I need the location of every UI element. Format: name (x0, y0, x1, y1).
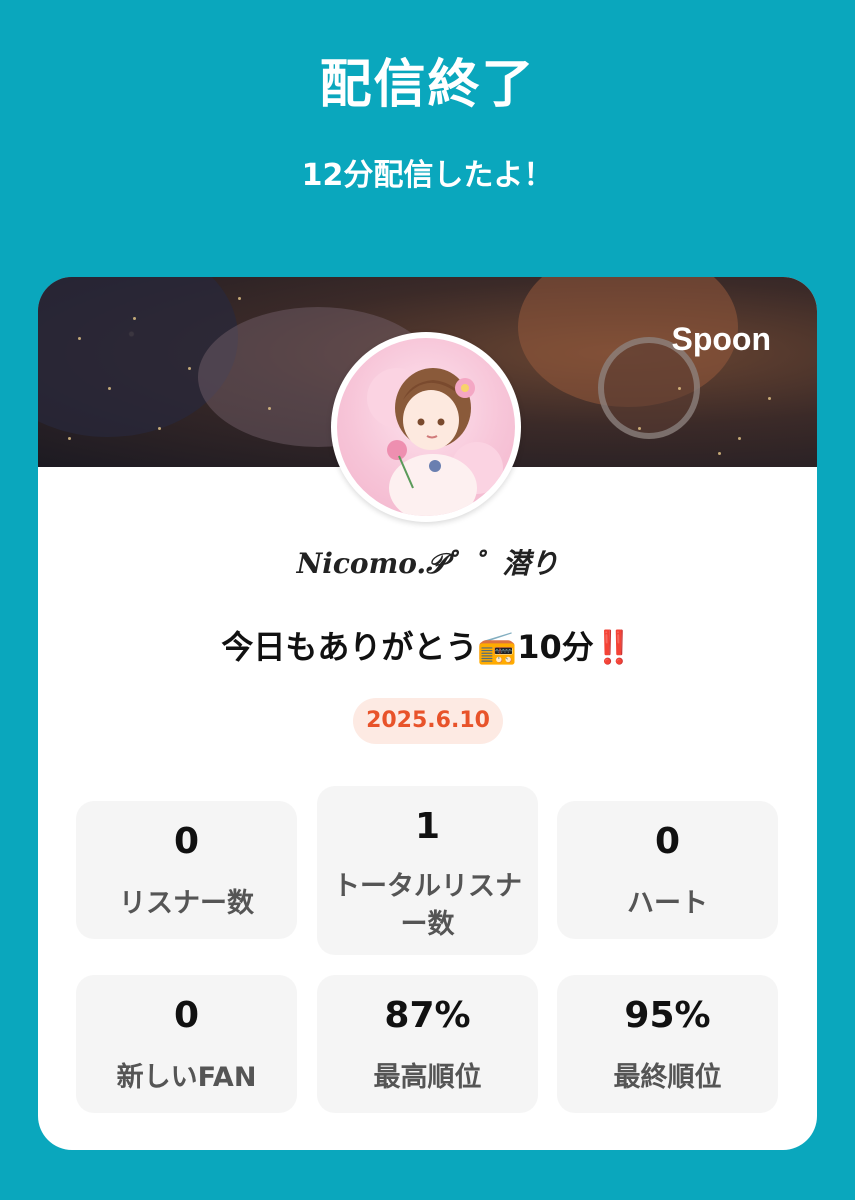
date-badge: 2025.6.10 (353, 698, 503, 744)
stat-final-rank: 95% 最終順位 (557, 975, 778, 1113)
stat-label: リスナー数 (119, 888, 254, 919)
stat-hearts: 0 ハート (557, 801, 778, 939)
user-name[interactable]: Nicomo.𝒫゜゜潜り (38, 542, 817, 582)
stat-label: ハート (627, 888, 708, 919)
spoon-logo: Spoon (671, 321, 771, 357)
stat-label: トータルリスナー数 (333, 871, 522, 940)
stat-total-listeners: 1 トータルリスナー数 (317, 786, 538, 955)
stat-value: 0 (173, 995, 200, 1036)
stat-highest-rank: 87% 最高順位 (317, 975, 538, 1113)
stat-listeners: 0 リスナー数 (76, 801, 297, 939)
page-subtitle: 12分配信したよ！ (301, 158, 554, 193)
broadcast-title: 今日もありがとう📻10分‼️ (221, 628, 634, 666)
page-title: 配信終了 (319, 55, 536, 115)
stat-value: 0 (173, 821, 200, 862)
stat-value: 0 (654, 821, 681, 862)
stat-value: 95% (624, 995, 711, 1036)
stat-label: 新しいFAN (116, 1062, 257, 1093)
stat-value: 87% (384, 995, 471, 1036)
avatar-illustration (367, 368, 503, 516)
avatar (331, 332, 521, 522)
broadcast-summary-card: Spoon Nicomo.𝒫゜゜潜り 今日もありがとう📻10分‼️ 2025.6… (38, 277, 817, 1150)
stat-label: 最高順位 (373, 1062, 482, 1093)
stat-label: 最終順位 (613, 1062, 722, 1093)
stat-new-fans: 0 新しいFAN (76, 975, 297, 1113)
stat-value: 1 (414, 806, 441, 847)
